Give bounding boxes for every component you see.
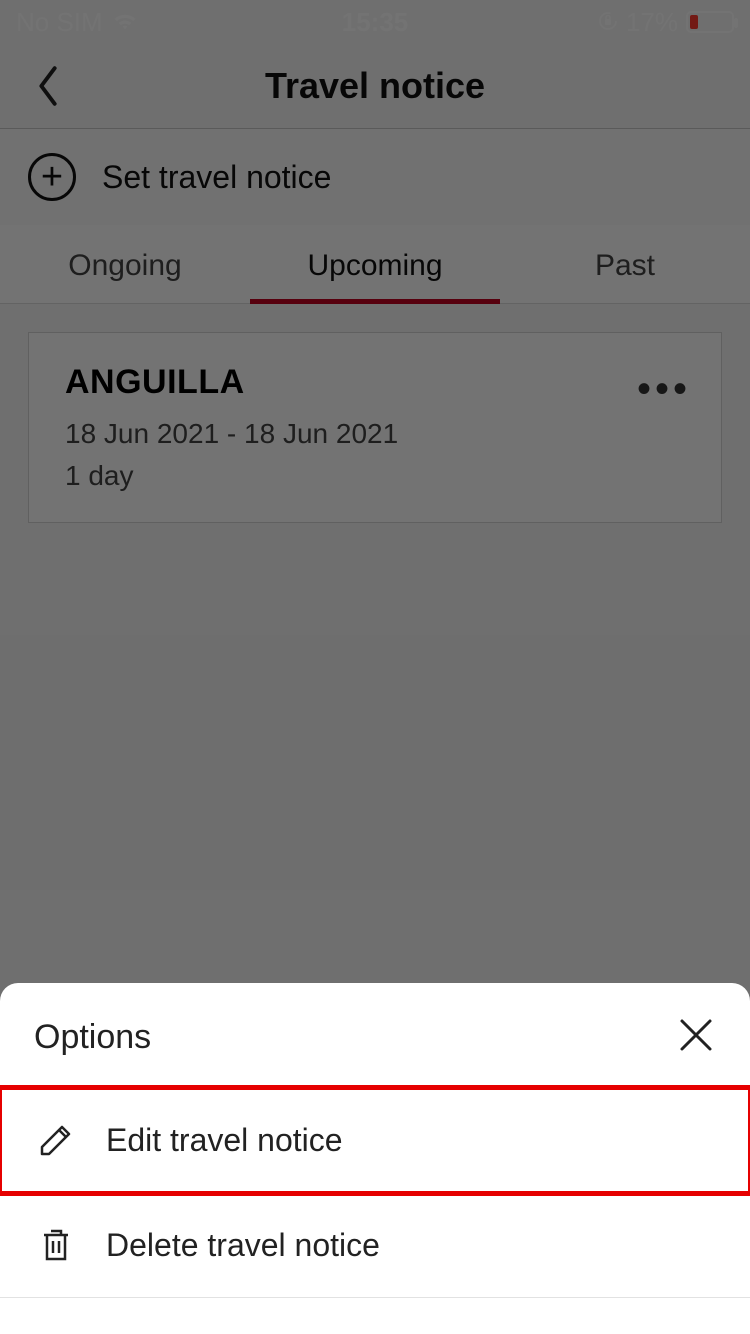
delete-travel-notice-button[interactable]: Delete travel notice (0, 1193, 750, 1298)
sheet-title: Options (34, 1018, 151, 1057)
edit-travel-notice-button[interactable]: Edit travel notice (0, 1088, 750, 1193)
card-more-button[interactable]: ••• (637, 367, 691, 412)
trash-icon (34, 1223, 78, 1267)
nav-header: Travel notice (0, 44, 750, 129)
tab-past[interactable]: Past (500, 225, 750, 303)
close-icon (676, 1015, 716, 1055)
set-travel-notice-button[interactable]: + Set travel notice (0, 129, 750, 225)
tabs: Ongoing Upcoming Past (0, 225, 750, 304)
card-duration: 1 day (65, 460, 685, 492)
set-travel-notice-label: Set travel notice (102, 159, 331, 196)
close-button[interactable] (676, 1015, 716, 1060)
delete-label: Delete travel notice (106, 1227, 380, 1264)
ellipsis-icon: ••• (637, 367, 691, 411)
options-sheet: Options Edit travel notice Delete travel (0, 983, 750, 1334)
page-title: Travel notice (265, 65, 485, 107)
tab-upcoming[interactable]: Upcoming (250, 225, 500, 303)
clock-label: 15:35 (0, 7, 750, 38)
plus-circle-icon: + (28, 153, 76, 201)
card-destination: ANGUILLA (65, 363, 685, 402)
card-dates: 18 Jun 2021 - 18 Jun 2021 (65, 418, 685, 450)
battery-icon (686, 11, 734, 33)
travel-notice-card[interactable]: ANGUILLA 18 Jun 2021 - 18 Jun 2021 1 day… (28, 332, 722, 523)
pencil-icon (34, 1118, 78, 1162)
edit-label: Edit travel notice (106, 1122, 343, 1159)
tab-ongoing[interactable]: Ongoing (0, 225, 250, 303)
chevron-left-icon (34, 66, 62, 106)
status-bar: No SIM 15:35 1 (0, 0, 750, 44)
back-button[interactable] (24, 62, 72, 110)
